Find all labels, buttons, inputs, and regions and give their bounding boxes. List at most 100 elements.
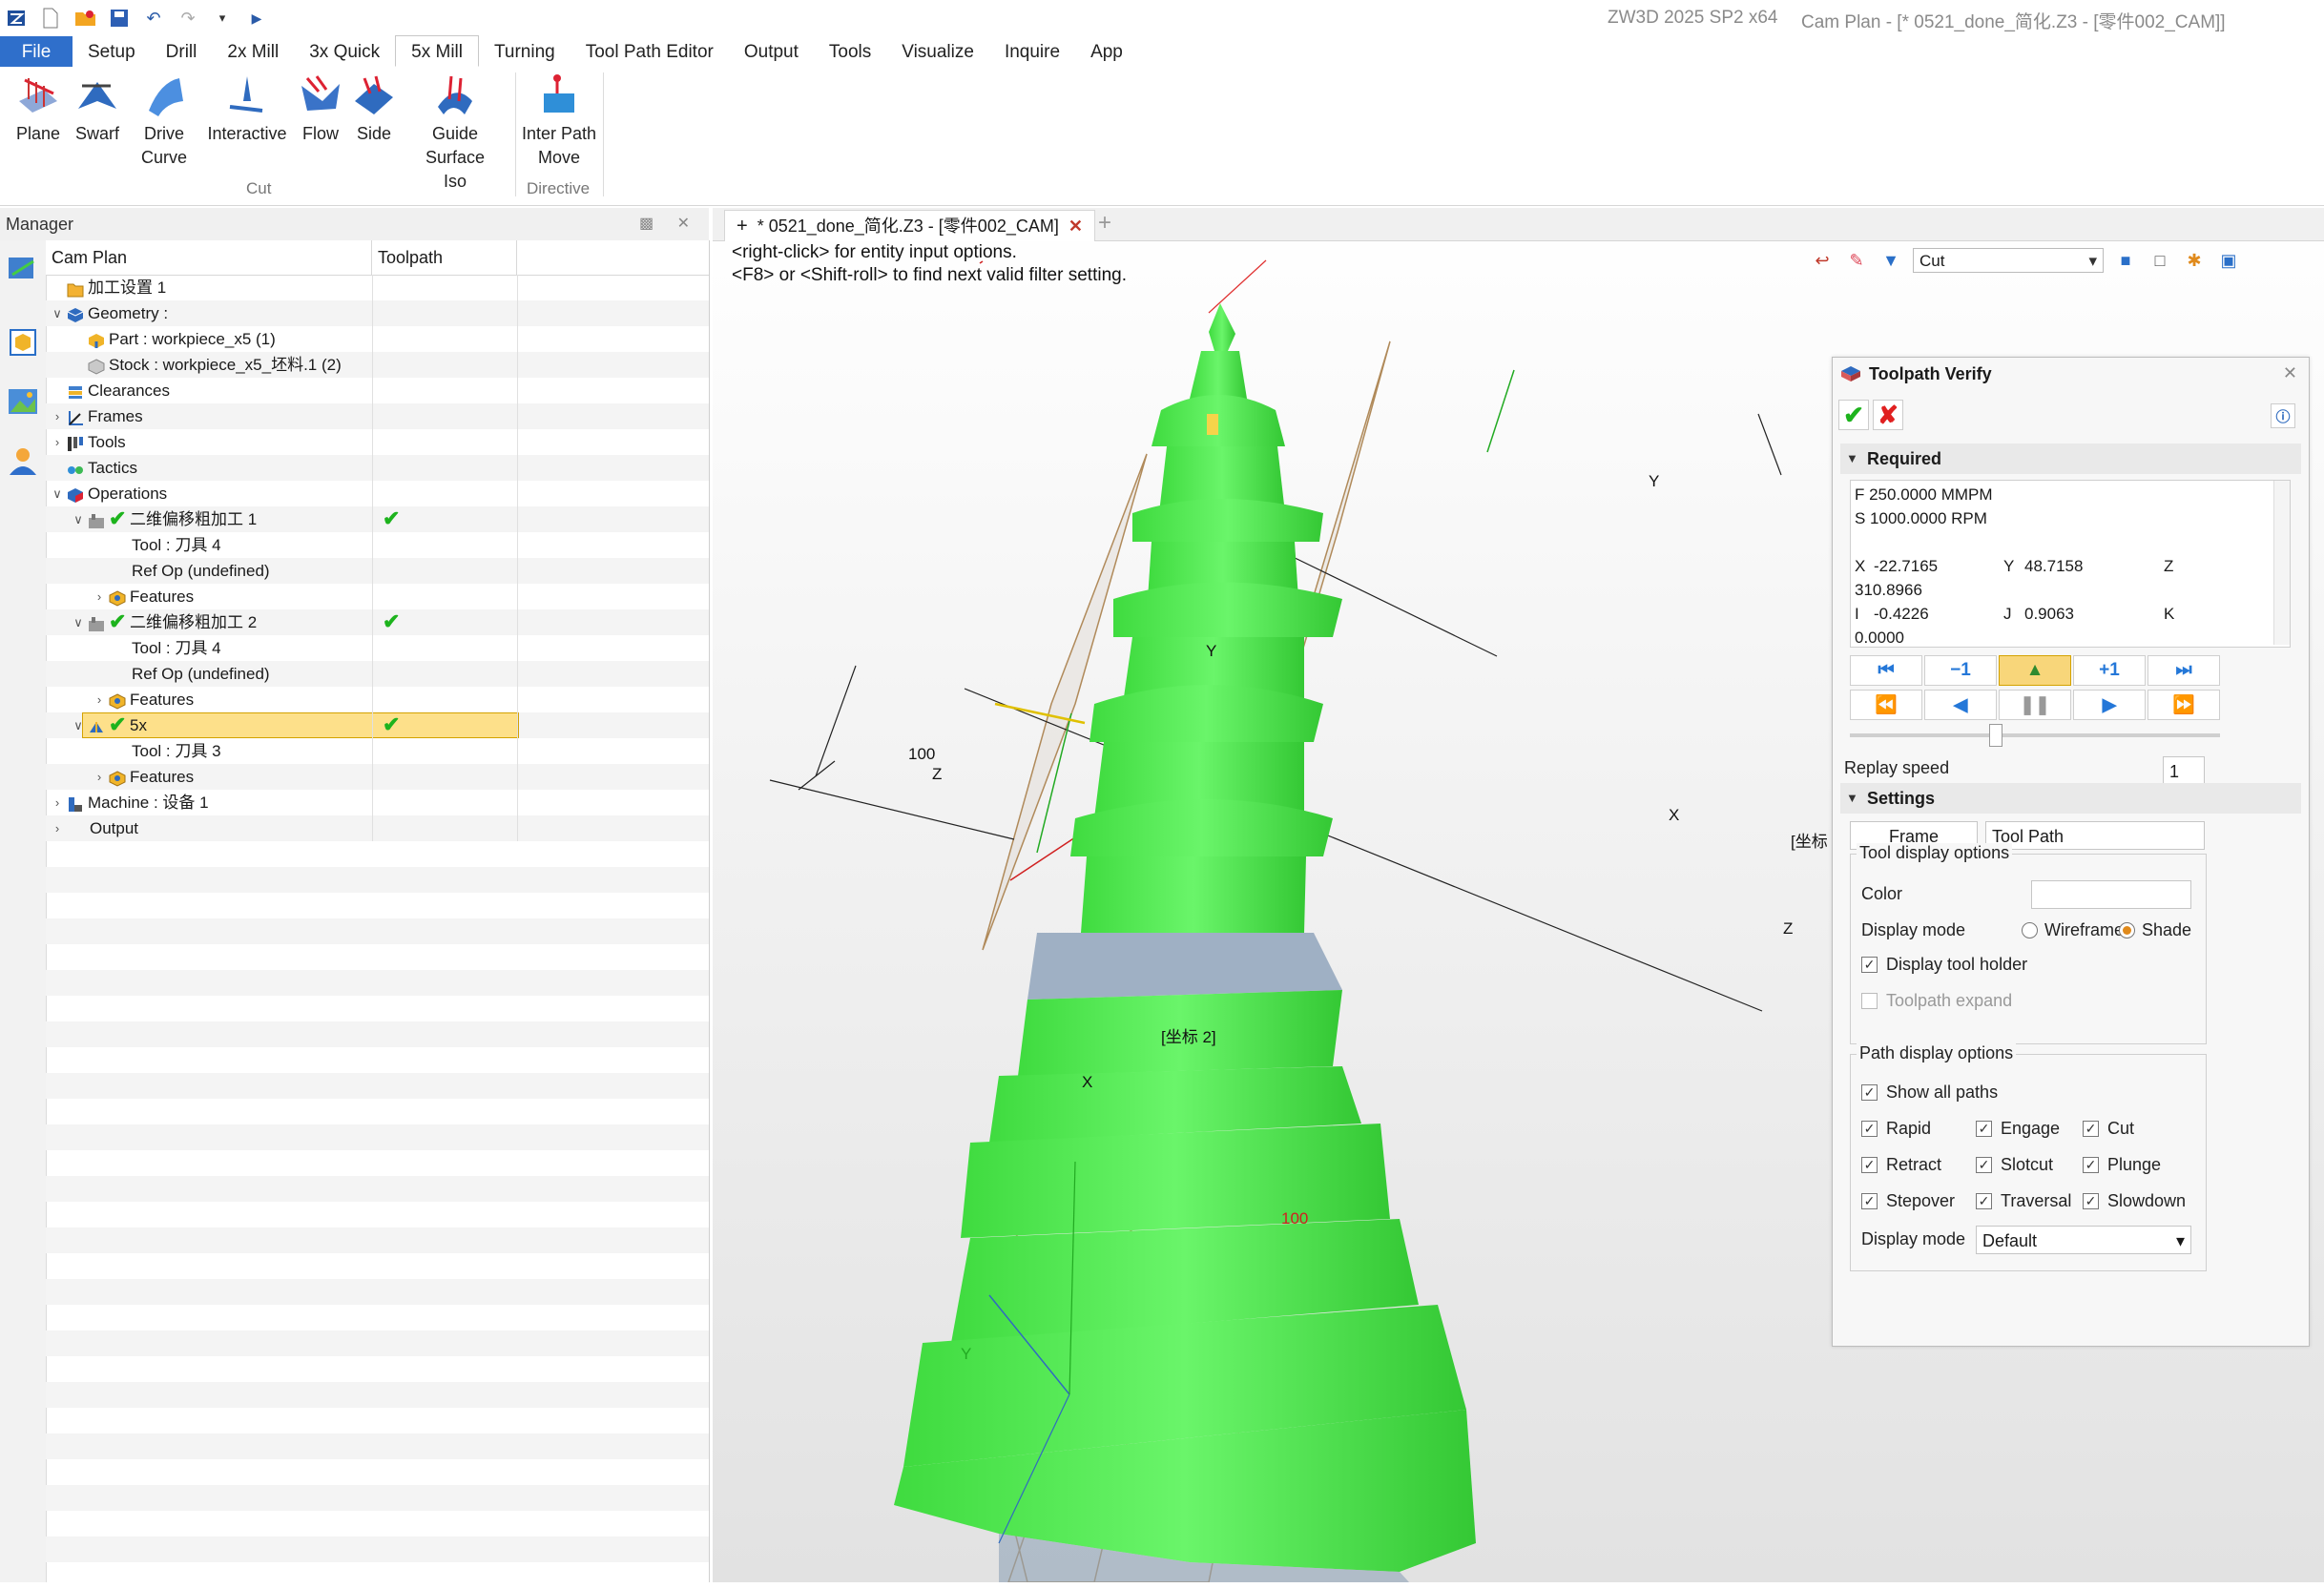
tree-row[interactable]: › Frames [46, 403, 709, 429]
panel-controls[interactable]: ▩ ✕ [639, 208, 699, 240]
ok-button[interactable]: ✔ [1838, 400, 1869, 430]
flow-button[interactable]: Flow [298, 72, 343, 146]
tree-row[interactable]: Stock : workpiece_x5_坯料.1 (2) [46, 352, 709, 378]
plunge-checkbox[interactable]: ✓ [2083, 1157, 2099, 1173]
tab-visualize[interactable]: Visualize [886, 36, 989, 67]
chevron-down-icon[interactable]: ∨ [73, 609, 84, 635]
tab-inquire[interactable]: Inquire [989, 36, 1075, 67]
chevron-right-icon[interactable]: › [52, 790, 63, 815]
tree-row[interactable]: ∨ Operations [46, 481, 709, 506]
tree-row[interactable]: Tool : 刀具 4 [46, 635, 709, 661]
tab-turning[interactable]: Turning [479, 36, 571, 67]
tree-row[interactable]: 加工设置 1 [46, 275, 709, 300]
progress-slider-handle[interactable] [1989, 724, 2002, 747]
tree-row[interactable]: › Output [46, 815, 709, 841]
path-display-mode-select[interactable]: Default ▾ [1976, 1226, 2191, 1254]
rewind-button[interactable]: ⏪ [1850, 690, 1922, 720]
tab-5x-mill[interactable]: 5x Mill [395, 35, 479, 67]
new-file-icon[interactable] [40, 8, 61, 29]
tree-row[interactable]: Tool : 刀具 3 [46, 738, 709, 764]
image-view-icon[interactable] [7, 385, 39, 418]
side-button[interactable]: Side [351, 72, 397, 146]
show-tool-button[interactable]: ▲ [1999, 655, 2071, 686]
undo-icon[interactable]: ↶ [143, 8, 164, 29]
shade-radio[interactable] [2119, 922, 2135, 938]
replay-speed-spinner[interactable]: 1 [2163, 756, 2205, 785]
chevron-right-icon[interactable]: › [93, 764, 105, 790]
tree-row[interactable]: Clearances [46, 378, 709, 403]
app-logo-icon[interactable] [6, 8, 27, 29]
play-reverse-button[interactable]: ◀ [1924, 690, 1997, 720]
toolpath-field[interactable]: Tool Path [1985, 821, 2205, 850]
settings-section-header[interactable]: Settings [1840, 783, 2301, 814]
cam-plan-icon[interactable] [7, 252, 39, 284]
show-all-paths-checkbox[interactable]: ✓ [1861, 1084, 1878, 1101]
interactive-button[interactable]: Interactive [204, 72, 290, 146]
toolpath-expand-checkbox[interactable] [1861, 993, 1878, 1009]
tree-row[interactable]: › Features [46, 687, 709, 712]
redo-icon[interactable]: ↷ [177, 8, 198, 29]
inter-path-move-button[interactable]: Inter Path Move [519, 72, 599, 170]
customize-dropdown-icon[interactable]: ▾ [212, 8, 233, 29]
readout-scrollbar[interactable] [2273, 481, 2290, 645]
rapid-checkbox[interactable]: ✓ [1861, 1121, 1878, 1137]
retract-checkbox[interactable]: ✓ [1861, 1157, 1878, 1173]
drive-curve-button[interactable]: Drive Curve [134, 72, 195, 170]
chevron-down-icon[interactable]: ∨ [52, 300, 63, 326]
tab-tools[interactable]: Tools [814, 36, 886, 67]
guide-surface-iso-button[interactable]: Guide Surface Iso [403, 72, 508, 194]
tree-row[interactable]: Tool : 刀具 4 [46, 532, 709, 558]
play-button[interactable]: ▶ [2073, 690, 2146, 720]
tree-row-selected[interactable]: ∨ ✔ 5x ✔ [46, 712, 709, 738]
fast-forward-button[interactable]: ⏩ [2148, 690, 2220, 720]
tab-3x-quick[interactable]: 3x Quick [294, 36, 395, 67]
tab-2x-mill[interactable]: 2x Mill [212, 36, 294, 67]
swarf-button[interactable]: Swarf [71, 72, 124, 146]
tree-row[interactable]: ∨ ✔ 二维偏移粗加工 2 ✔ [46, 609, 709, 635]
chevron-right-icon[interactable]: › [52, 815, 63, 841]
goto-end-button[interactable]: ⏭ [2148, 655, 2220, 686]
chevron-right-icon[interactable]: › [93, 687, 105, 712]
tree-row[interactable]: › Tools [46, 429, 709, 455]
traversal-checkbox[interactable]: ✓ [1976, 1193, 1992, 1209]
stepover-checkbox[interactable]: ✓ [1861, 1193, 1878, 1209]
part-library-icon[interactable] [7, 326, 39, 359]
step-back-button[interactable]: −1 [1924, 655, 1997, 686]
tree-row[interactable]: Ref Op (undefined) [46, 661, 709, 687]
step-forward-button[interactable]: +1 [2073, 655, 2146, 686]
wireframe-radio[interactable] [2022, 922, 2038, 938]
chevron-right-icon[interactable]: › [52, 429, 63, 455]
tab-tool-path-editor[interactable]: Tool Path Editor [571, 36, 729, 67]
cancel-button[interactable]: ✘ [1873, 400, 1903, 430]
tab-setup[interactable]: Setup [73, 36, 151, 67]
tree-row[interactable]: ∨ Geometry : [46, 300, 709, 326]
plane-button[interactable]: Plane [11, 72, 65, 146]
user-icon[interactable] [7, 444, 39, 477]
tab-drill[interactable]: Drill [151, 36, 213, 67]
slowdown-checkbox[interactable]: ✓ [2083, 1193, 2099, 1209]
chevron-right-icon[interactable]: › [93, 584, 105, 609]
cut-checkbox[interactable]: ✓ [2083, 1121, 2099, 1137]
goto-start-button[interactable]: ⏮ [1850, 655, 1922, 686]
run-icon[interactable]: ▶ [246, 8, 267, 29]
tree-row[interactable]: › Machine : 设备 1 [46, 790, 709, 815]
tab-output[interactable]: Output [729, 36, 814, 67]
required-section-header[interactable]: Required [1840, 443, 2301, 474]
open-file-icon[interactable] [74, 8, 95, 29]
chevron-down-icon[interactable]: ∨ [52, 481, 63, 506]
info-button[interactable]: ⓘ [2271, 403, 2295, 428]
slotcut-checkbox[interactable]: ✓ [1976, 1157, 1992, 1173]
close-dialog-icon[interactable]: ✕ [2283, 363, 2297, 383]
display-tool-holder-checkbox[interactable]: ✓ [1861, 957, 1878, 973]
column-toolpath[interactable]: Toolpath [372, 240, 517, 275]
save-icon[interactable] [109, 8, 130, 29]
tab-app[interactable]: App [1075, 36, 1138, 67]
tab-file[interactable]: File [0, 36, 73, 67]
chevron-down-icon[interactable]: ∨ [73, 712, 84, 738]
tree-row[interactable]: › Features [46, 584, 709, 609]
graphics-viewport[interactable]: + * 0521_done_简化.Z3 - [零件002_CAM] ✕ + <r… [713, 208, 2324, 1582]
pause-button[interactable]: ❚❚ [1999, 690, 2071, 720]
tree-row[interactable]: ∨ ✔ 二维偏移粗加工 1 ✔ [46, 506, 709, 532]
tree-row[interactable]: Ref Op (undefined) [46, 558, 709, 584]
engage-checkbox[interactable]: ✓ [1976, 1121, 1992, 1137]
